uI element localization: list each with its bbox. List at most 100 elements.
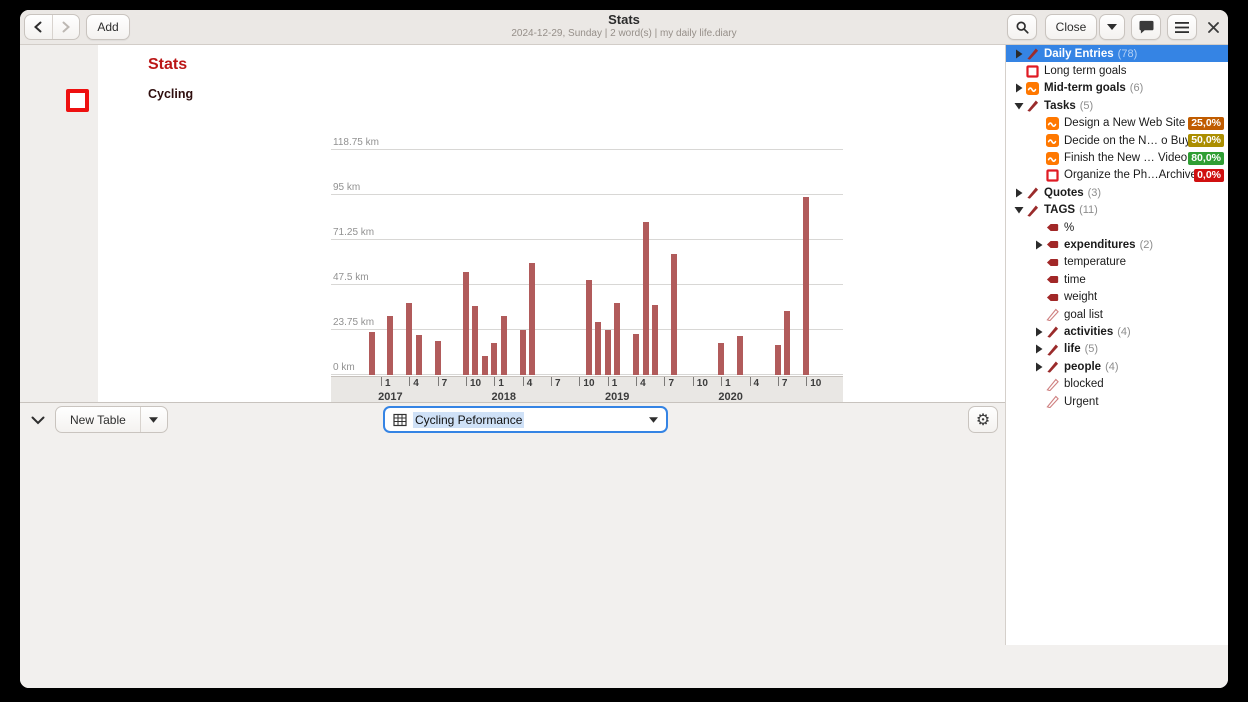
sidebar-item-count: (2) [1140, 239, 1153, 251]
close-entry-button[interactable]: Close [1045, 14, 1097, 40]
sidebar-item[interactable]: TAGS(11) [1006, 202, 1228, 219]
comment-bubble-icon [1139, 20, 1154, 34]
expander-right-icon[interactable] [1012, 82, 1026, 95]
task-progress-badge: 0,0% [1194, 169, 1224, 182]
sidebar-item[interactable]: Decide on the N… o Buy50,0% [1006, 132, 1228, 149]
chart-gridline [331, 194, 843, 195]
comment-button[interactable] [1131, 14, 1161, 40]
expander-right-icon[interactable] [1012, 47, 1026, 60]
sidebar-item[interactable]: goal list [1006, 306, 1228, 323]
expander-spacer [1032, 152, 1046, 165]
sidebar-item[interactable]: Long term goals [1006, 62, 1228, 79]
sidebar-item-label: life [1064, 343, 1081, 355]
app-window: Add Stats 2024-12-29, Sunday | 2 word(s)… [20, 10, 1228, 688]
expander-right-icon[interactable] [1032, 238, 1046, 251]
expander-spacer [1032, 134, 1046, 147]
pen-filled-icon [1026, 204, 1039, 217]
sidebar-item[interactable]: Design a New Web Site25,0% [1006, 115, 1228, 132]
expander-down-icon[interactable] [1012, 99, 1026, 112]
tag-icon [1046, 273, 1059, 286]
expander-right-icon[interactable] [1032, 360, 1046, 373]
sidebar-item-label: goal list [1064, 309, 1103, 321]
new-table-button[interactable]: New Table [56, 407, 140, 432]
chart-bar [491, 343, 497, 375]
expander-down-icon[interactable] [1012, 204, 1026, 217]
x-axis-tick [721, 377, 722, 386]
sidebar-item[interactable]: Mid-term goals (6) [1006, 80, 1228, 97]
sidebar-item-label: Daily Entries [1044, 48, 1114, 60]
sidebar-item-label: people [1064, 361, 1101, 373]
sidebar-item-count: (78) [1118, 48, 1138, 60]
chart-bar [463, 272, 469, 375]
y-axis-tick-label: 23.75 km [333, 317, 374, 328]
screen: { "titlebar": { "add_label": "Add", "tit… [0, 0, 1248, 702]
panel-collapse-button[interactable] [27, 409, 49, 431]
sidebar-item-label: weight [1064, 291, 1097, 303]
x-axis-tick [778, 377, 779, 386]
sidebar-item-label: Urgent [1064, 396, 1099, 408]
window-title-block: Stats 2024-12-29, Sunday | 2 word(s) | m… [511, 12, 736, 39]
table-selector-combobox[interactable]: Cycling Peformance [383, 406, 668, 433]
close-icon [1208, 22, 1219, 33]
chart-bar [387, 316, 393, 375]
sidebar-item[interactable]: Urgent [1006, 393, 1228, 410]
y-axis-tick-label: 118.75 km [333, 137, 379, 148]
chart-bar [775, 345, 781, 375]
sidebar-item[interactable]: temperature [1006, 254, 1228, 271]
sidebar-item-count: (11) [1079, 204, 1098, 216]
sidebar-item-count: (6) [1130, 82, 1143, 94]
caret-down-icon [149, 417, 158, 423]
back-button[interactable] [25, 15, 52, 39]
x-axis-tick [806, 377, 807, 386]
search-button[interactable] [1007, 14, 1037, 40]
square-outline-icon [1026, 65, 1039, 78]
menu-button[interactable] [1167, 14, 1197, 40]
sidebar-item-count: (4) [1117, 326, 1130, 338]
expander-spacer [1032, 169, 1046, 182]
expander-spacer [1032, 378, 1046, 391]
pen-outline-icon [1046, 378, 1059, 391]
new-table-dropdown-button[interactable] [140, 407, 167, 432]
wave-icon [1046, 134, 1059, 147]
forward-button[interactable] [52, 15, 80, 39]
pen-filled-icon [1026, 99, 1039, 112]
chevron-left-icon [33, 21, 43, 33]
add-button-label: Add [97, 20, 118, 34]
sidebar-item[interactable]: Daily Entries (78) [1006, 45, 1228, 62]
sidebar-item[interactable]: weight [1006, 288, 1228, 305]
window-close-button[interactable] [1201, 14, 1225, 40]
sidebar-item-label: expenditures [1064, 239, 1136, 251]
sidebar-item[interactable]: Finish the New … Video80,0% [1006, 149, 1228, 166]
expander-right-icon[interactable] [1032, 343, 1046, 356]
x-axis-tick [438, 377, 439, 386]
sidebar-item[interactable]: blocked [1006, 375, 1228, 392]
expander-spacer [1032, 221, 1046, 234]
x-axis-month-label: 10 [583, 378, 594, 389]
sidebar-item-label: Mid-term goals [1044, 82, 1126, 94]
expander-right-icon[interactable] [1032, 325, 1046, 338]
sidebar-item[interactable]: Tasks(5) [1006, 97, 1228, 114]
sidebar-item[interactable]: Quotes(3) [1006, 184, 1228, 201]
add-button[interactable]: Add [86, 14, 130, 40]
sidebar-item[interactable]: expenditures (2) [1006, 236, 1228, 253]
sidebar-item[interactable]: activities(4) [1006, 323, 1228, 340]
expander-right-icon[interactable] [1012, 186, 1026, 199]
sidebar-item[interactable]: people(4) [1006, 358, 1228, 375]
task-progress-badge: 25,0% [1188, 117, 1224, 130]
sidebar-item[interactable]: life(5) [1006, 341, 1228, 358]
sidebar-item[interactable]: Organize the Ph…Archive0,0% [1006, 167, 1228, 184]
chart-bar [406, 303, 412, 375]
sidebar-item-label: temperature [1064, 256, 1126, 268]
entry-content[interactable]: Stats Cycling 0 km23.75 km47.5 km71.25 k… [98, 45, 1005, 402]
chart-subheading: Cycling [148, 87, 193, 101]
new-table-split-button: New Table [55, 406, 168, 433]
y-axis-tick-label: 0 km [333, 362, 355, 373]
table-settings-button[interactable]: ⚙ [968, 406, 998, 433]
sidebar-item[interactable]: % [1006, 219, 1228, 236]
close-entry-dropdown-button[interactable] [1099, 14, 1125, 40]
x-axis-tick [636, 377, 637, 386]
window-subtitle: 2024-12-29, Sunday | 2 word(s) | my dail… [511, 28, 736, 39]
chart-bar [369, 332, 375, 375]
sidebar-item[interactable]: time [1006, 271, 1228, 288]
pen-outline-icon [1046, 308, 1059, 321]
